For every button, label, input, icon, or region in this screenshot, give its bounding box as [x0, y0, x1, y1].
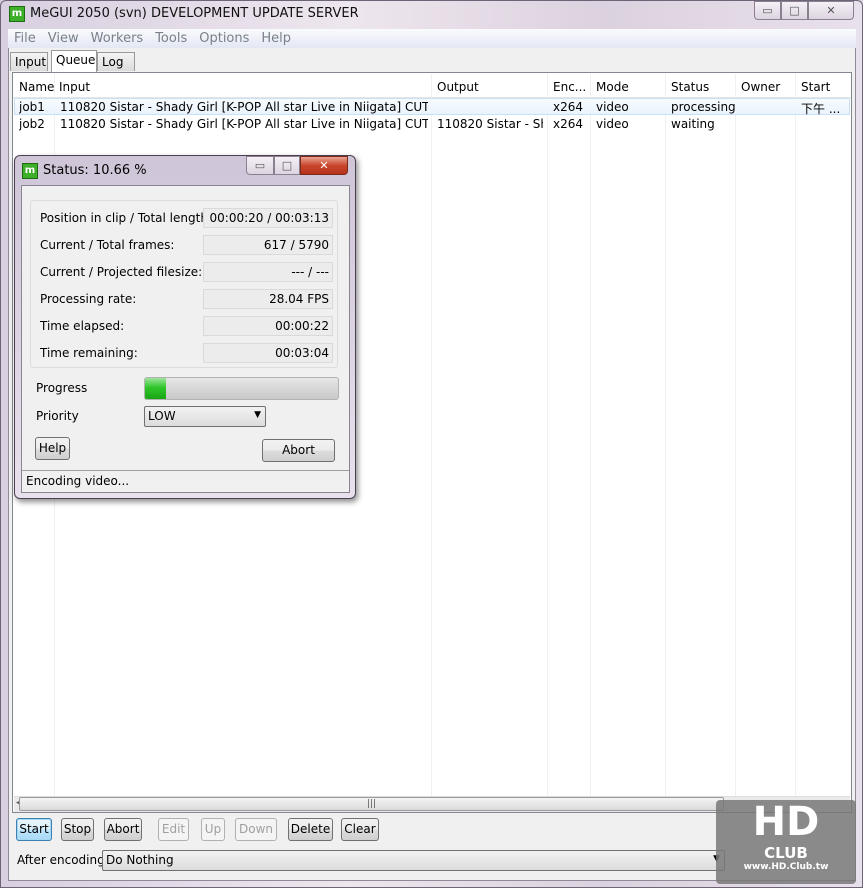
megui-icon: m — [22, 163, 38, 179]
rate-value: 28.04 FPS — [203, 289, 333, 309]
column-divider — [431, 74, 432, 796]
tab-queue[interactable]: Queue — [51, 50, 97, 72]
priority-value: LOW — [148, 409, 176, 423]
job-encoder: x264 — [553, 117, 584, 131]
job-input: 110820 Sistar - Shady Girl [K-POP All st… — [60, 100, 428, 114]
after-encoding-select[interactable]: Do Nothing▼ — [102, 850, 725, 871]
column-header-output[interactable]: Output — [437, 80, 479, 94]
menu-view[interactable]: View — [42, 29, 85, 48]
menu-options[interactable]: Options — [193, 29, 255, 48]
column-divider — [547, 74, 548, 796]
down-button[interactable]: Down — [235, 818, 277, 841]
help-button[interactable]: Help — [35, 437, 70, 460]
priority-select[interactable]: LOW ▼ — [144, 406, 266, 427]
job-mode: video — [596, 100, 629, 114]
column-header-mode[interactable]: Mode — [596, 80, 629, 94]
frames-value: 617 / 5790 — [203, 235, 333, 255]
position-label: Position in clip / Total length: — [40, 211, 212, 225]
window-title: MeGUI 2050 (svn) DEVELOPMENT UPDATE SERV… — [30, 6, 359, 21]
abort-button[interactable]: Abort — [104, 818, 142, 841]
column-divider — [665, 74, 666, 796]
filesize-value: --- / --- — [203, 262, 333, 282]
delete-button[interactable]: Delete — [288, 818, 333, 841]
elapsed-value: 00:00:22 — [203, 316, 333, 336]
menu-workers[interactable]: Workers — [85, 29, 150, 48]
dialog-maximize-button[interactable]: □ — [274, 156, 300, 175]
priority-label: Priority — [36, 409, 79, 423]
progress-fill — [145, 378, 166, 399]
job-input: 110820 Sistar - Shady Girl [K-POP All st… — [60, 117, 428, 131]
tab-log[interactable]: Log — [97, 52, 135, 71]
job-start: 下午 ... — [801, 102, 841, 116]
minimize-button[interactable]: ▭ — [754, 1, 781, 20]
start-button[interactable]: Start — [16, 818, 52, 841]
progress-bar — [144, 377, 339, 400]
up-button[interactable]: Up — [201, 818, 225, 841]
list-header — [13, 74, 851, 98]
frames-label: Current / Total frames: — [40, 238, 175, 252]
megui-icon: m — [9, 6, 25, 22]
after-encoding-label: After encoding: — [17, 853, 109, 867]
watermark-url: www.HD.Club.tw — [743, 862, 829, 872]
column-divider — [590, 74, 591, 796]
rate-label: Processing rate: — [40, 292, 137, 306]
edit-button[interactable]: Edit — [158, 818, 189, 841]
position-value: 00:00:20 / 00:03:13 — [203, 208, 333, 228]
watermark-logo: HD CLUB www.HD.Club.tw — [716, 800, 856, 884]
dialog-abort-button[interactable]: Abort — [262, 439, 335, 462]
stop-button[interactable]: Stop — [61, 818, 94, 841]
column-divider — [735, 74, 736, 796]
after-encoding-value: Do Nothing — [106, 853, 174, 867]
tab-input[interactable]: Input — [10, 52, 48, 71]
progress-label: Progress — [36, 381, 88, 395]
menu-bar: File View Workers Tools Options Help — [8, 29, 856, 48]
scrollbar-thumb[interactable]: ||| — [19, 797, 724, 811]
job-output: 110820 Sistar - Sh... — [437, 117, 543, 131]
column-divider — [795, 74, 796, 796]
menu-help[interactable]: Help — [255, 29, 297, 48]
job-name: job2 — [19, 117, 45, 131]
dialog-minimize-button[interactable]: ▭ — [246, 156, 274, 175]
job-status: processing — [671, 100, 736, 114]
remaining-label: Time remaining: — [40, 346, 138, 360]
column-header-status[interactable]: Status — [671, 80, 709, 94]
filesize-label: Current / Projected filesize: — [40, 265, 203, 279]
maximize-button[interactable]: □ — [781, 1, 808, 20]
elapsed-label: Time elapsed: — [40, 319, 125, 333]
job-name: job1 — [19, 100, 45, 114]
column-header-owner[interactable]: Owner — [741, 80, 780, 94]
column-header-start[interactable]: Start — [801, 80, 830, 94]
dialog-title: Status: 10.66 % — [43, 163, 147, 178]
column-header-name[interactable]: Name — [19, 80, 54, 94]
job-encoder: x264 — [553, 100, 584, 114]
job-mode: video — [596, 117, 629, 131]
close-button[interactable]: ✕ — [808, 1, 854, 20]
menu-file[interactable]: File — [8, 29, 42, 48]
status-strip: Encoding video... — [22, 470, 349, 492]
column-header-encoder[interactable]: Enc... — [553, 80, 586, 94]
remaining-value: 00:03:04 — [203, 343, 333, 363]
column-header-input[interactable]: Input — [59, 80, 90, 94]
chevron-down-icon: ▼ — [254, 410, 261, 420]
clear-button[interactable]: Clear — [341, 818, 379, 841]
job-status: waiting — [671, 117, 715, 131]
dialog-close-button[interactable]: ✕ — [300, 156, 348, 175]
menu-tools[interactable]: Tools — [149, 29, 193, 48]
